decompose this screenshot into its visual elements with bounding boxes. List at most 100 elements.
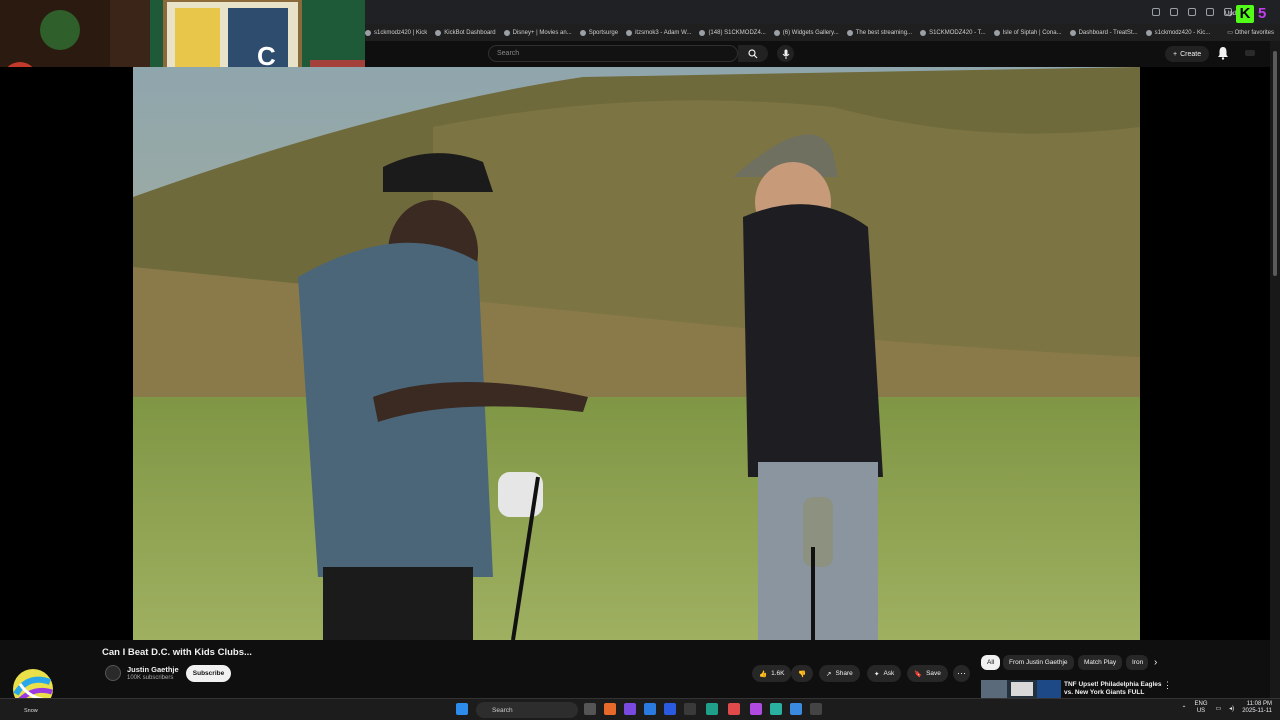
volume-icon[interactable]: ◂) (1229, 705, 1234, 712)
bookmark-favicon-icon (699, 29, 706, 36)
youtube-header: Search + Create (365, 41, 1280, 67)
system-tray: ⌃ ENG US ▭ ◂) 11:08 PM 2025-11-11 (1181, 701, 1272, 715)
language-indicator[interactable]: ENG US (1194, 701, 1207, 715)
notifications-bell-icon[interactable] (1217, 46, 1229, 60)
bookmark-favicon-icon (1145, 29, 1152, 36)
bookmark-favicon-icon (1069, 29, 1076, 36)
search-input[interactable]: Search (488, 45, 738, 62)
taskbar-app-icon[interactable] (728, 703, 740, 715)
dislike-button[interactable]: 👎 (791, 665, 814, 682)
chevron-right-icon[interactable]: › (1154, 657, 1157, 668)
voice-search-button[interactable] (777, 45, 794, 62)
bookmark-favicon-icon (503, 29, 510, 36)
channel-avatar[interactable] (105, 665, 121, 681)
search-icon (748, 48, 758, 58)
windows-taskbar: Search ⌃ ENG US ▭ ◂) 11:08 PM 2025-11-11 (0, 698, 1280, 720)
network-icon[interactable]: ▭ (1216, 705, 1222, 712)
taskbar-clock[interactable]: 11:08 PM 2025-11-11 (1242, 701, 1272, 715)
chip-all[interactable]: All (981, 655, 1001, 670)
bookmark-item[interactable]: Isle of Siptah | Cona... (993, 29, 1062, 36)
like-count: 1.6K (771, 670, 785, 677)
overlay-logo-icon: 5 (1258, 5, 1267, 22)
more-vertical-icon[interactable]: ⋮ (1163, 680, 1172, 691)
chip-iron[interactable]: Iron (1126, 655, 1148, 670)
video-player[interactable] (133, 67, 1140, 640)
taskbar-search[interactable]: Search (476, 702, 578, 718)
more-horizontal-icon: ⋯ (957, 668, 966, 678)
share-icon: ↗ (826, 670, 832, 678)
taskbar-app-icon[interactable] (750, 703, 762, 715)
downloads-icon[interactable] (1206, 8, 1214, 16)
recommended-video-title[interactable]: TNF Upset! Philadelphia Eagles vs. New Y… (1064, 681, 1164, 698)
show-hidden-icons-icon[interactable]: ⌃ (1181, 705, 1186, 712)
bookmark-item[interactable]: Disney+ | Movies an... (503, 29, 572, 36)
folder-icon: ▭ (1227, 30, 1235, 36)
browser-toolbar: Upd (365, 0, 1280, 24)
taskbar-app-icon[interactable] (664, 703, 676, 715)
bookmark-item[interactable]: Dashboard - TreatSt... (1069, 29, 1138, 36)
bookmark-favicon-icon (993, 29, 1000, 36)
taskbar-app-icon[interactable] (624, 703, 636, 715)
kick-logo-icon: K (1236, 5, 1254, 23)
split-view-icon[interactable] (1152, 8, 1160, 16)
bookmark-item[interactable]: KickBot Dashboard (435, 29, 496, 36)
video-frame-golf-scene (133, 67, 1140, 640)
chip-match-play[interactable]: Match Play (1078, 655, 1123, 670)
task-view-icon[interactable] (584, 703, 596, 715)
browser-toolbar-icons[interactable] (1152, 8, 1232, 16)
create-button[interactable]: + Create (1165, 46, 1210, 62)
bookmark-favicon-icon (626, 29, 633, 36)
taskbar-app-icon[interactable] (770, 703, 782, 715)
video-title: Can I Beat D.C. with Kids Clubs... (102, 647, 252, 658)
bookmark-favicon-icon (365, 29, 371, 36)
taskbar-app-icon[interactable] (604, 703, 616, 715)
channel-subscriber-count: 100K subscribers (127, 675, 174, 681)
channel-name[interactable]: Justin Gaethje (127, 665, 179, 674)
share-button[interactable]: ↗ Share (819, 665, 860, 682)
account-avatar[interactable] (1245, 50, 1255, 56)
ask-button[interactable]: ✦ Ask (867, 665, 902, 682)
thumbs-down-icon: 👎 (798, 670, 807, 678)
sparkle-icon: ✦ (874, 670, 880, 678)
bookmark-favicon-icon (773, 29, 780, 36)
taskbar-app-icon[interactable] (644, 703, 656, 715)
like-button[interactable]: 👍 1.6K (752, 665, 792, 682)
update-label[interactable]: Upd (1225, 11, 1236, 17)
other-favorites[interactable]: ▭ Other favorites (1221, 24, 1274, 41)
bookmark-favicon-icon (435, 29, 442, 36)
bookmark-item[interactable]: Sportsurge (579, 29, 618, 36)
bookmark-favicon-icon (579, 29, 586, 36)
bookmark-item[interactable]: (148) S1CKMODZ4... (699, 29, 766, 36)
recommended-video-thumbnail[interactable] (981, 680, 1061, 698)
subscribe-button[interactable]: Subscribe (186, 665, 231, 682)
bookmark-favicon-icon (846, 29, 853, 36)
bookmark-icon: 🔖 (914, 670, 923, 678)
mic-icon (782, 49, 789, 59)
taskbar-app-icon[interactable] (790, 703, 802, 715)
bookmark-item[interactable]: (6) Widgets Gallery... (773, 29, 839, 36)
taskbar-app-icon[interactable] (810, 703, 822, 715)
scrollbar-thumb[interactable] (1273, 51, 1277, 276)
extensions-icon[interactable] (1188, 8, 1196, 16)
search-button[interactable] (738, 45, 768, 62)
bookmark-item[interactable]: itzsmok3 - Adam W... (626, 29, 691, 36)
bookmark-item[interactable]: The best streaming... (846, 29, 912, 36)
taskbar-search-label: Search (492, 706, 513, 714)
weather-label: Snow (24, 708, 38, 714)
favorites-icon[interactable] (1170, 8, 1178, 16)
edge-browser-icon[interactable] (706, 703, 718, 715)
save-button[interactable]: 🔖 Save (907, 665, 948, 682)
bookmark-item[interactable]: S1CKMODZ420 - T... (920, 29, 986, 36)
plus-icon: + (1173, 50, 1178, 58)
bookmark-item[interactable]: s1ckmodz420 - Kic... (1145, 29, 1210, 36)
more-actions-button[interactable]: ⋯ (953, 665, 970, 682)
bookmark-favicon-icon (920, 29, 927, 36)
bookmark-item[interactable]: s1ckmodz420 | Kick (365, 29, 427, 36)
thumbnail-image (981, 680, 1061, 698)
taskbar-app-icon[interactable] (684, 703, 696, 715)
page-scrollbar[interactable] (1270, 41, 1280, 698)
thumbs-up-icon: 👍 (759, 670, 768, 678)
chip-from-channel[interactable]: From Justin Gaethje (1003, 655, 1074, 670)
bookmarks-bar: s1ckmodz420 | Kick KickBot Dashboard Dis… (365, 24, 1280, 41)
windows-start-icon[interactable] (456, 703, 468, 715)
